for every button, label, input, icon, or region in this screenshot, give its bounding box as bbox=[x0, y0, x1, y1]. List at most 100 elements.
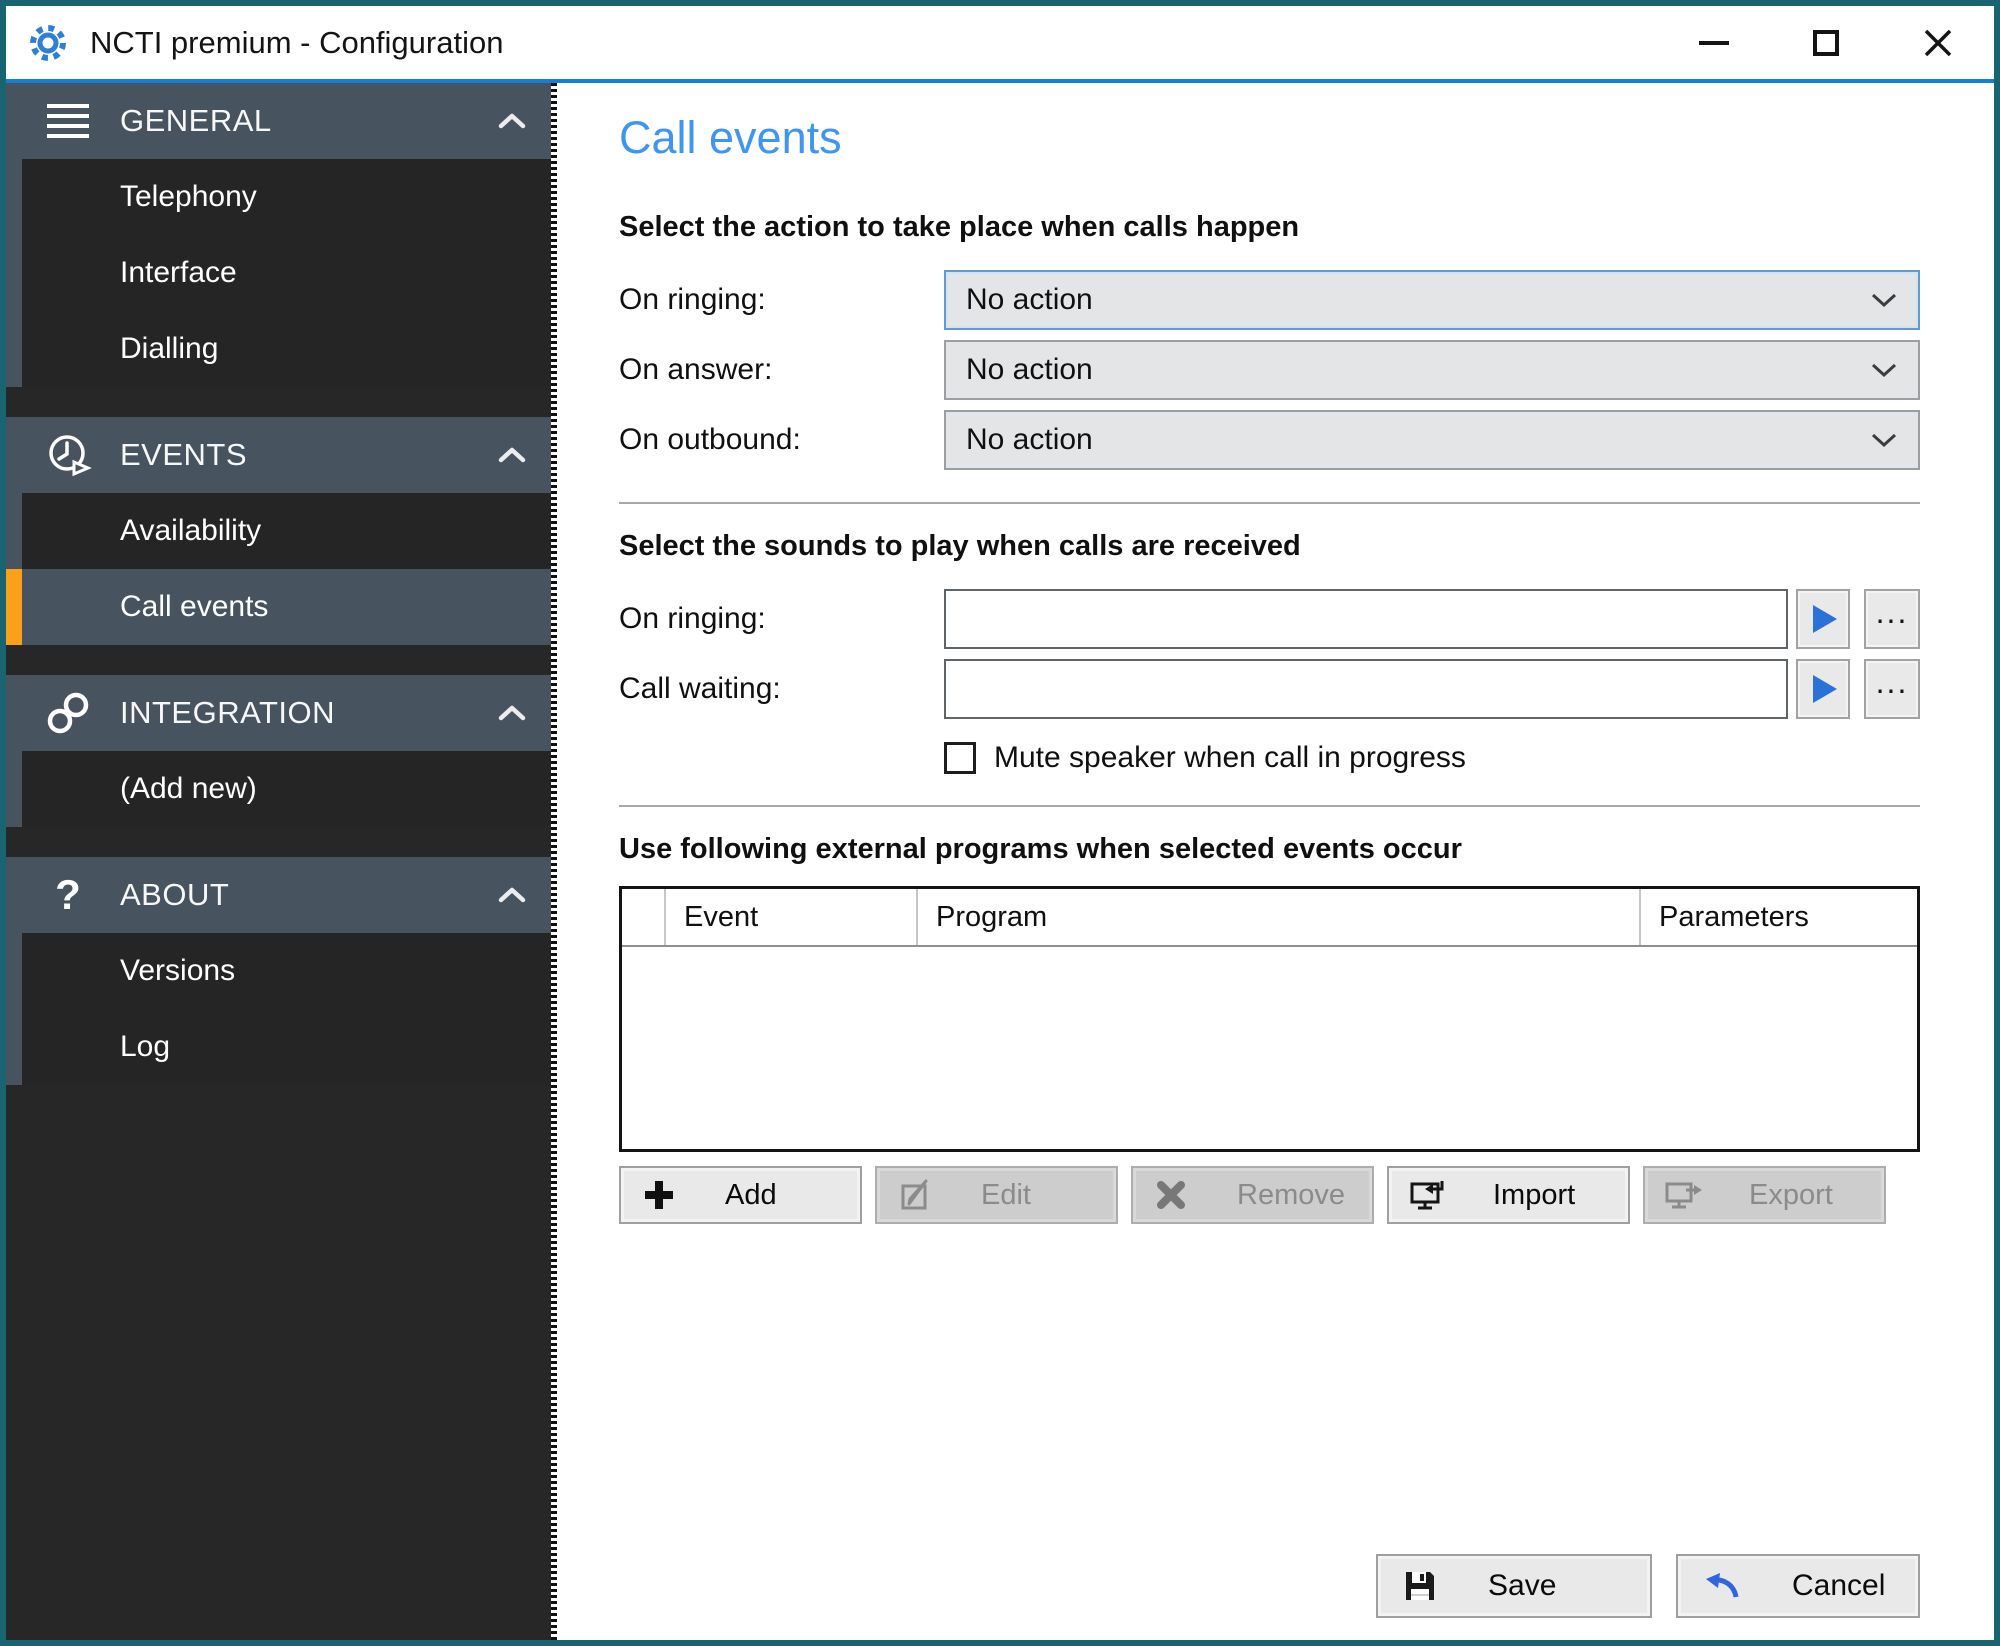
sidebar-section-general[interactable]: GENERAL bbox=[6, 83, 551, 159]
column-header-icon bbox=[622, 889, 666, 945]
app-window: NCTI premium - Configuration GENERAL bbox=[0, 0, 2000, 1646]
sidebar-item-label: Interface bbox=[120, 256, 237, 290]
maximize-icon bbox=[1813, 30, 1839, 56]
on-outbound-label: On outbound: bbox=[619, 423, 944, 457]
dropdown-value: No action bbox=[966, 353, 1093, 387]
programs-section-title: Use following external programs when sel… bbox=[619, 833, 1920, 866]
sidebar-item-interface[interactable]: Interface bbox=[22, 235, 551, 311]
on-ringing-action-dropdown[interactable]: No action bbox=[944, 270, 1920, 330]
footer-buttons: Save Cancel bbox=[1376, 1554, 1920, 1618]
column-header-parameters: Parameters bbox=[1641, 889, 1917, 945]
cancel-button[interactable]: Cancel bbox=[1676, 1554, 1920, 1618]
play-on-ringing-sound-button[interactable] bbox=[1796, 589, 1850, 649]
chevron-down-icon bbox=[1870, 432, 1898, 448]
sidebar-item-label: Call events bbox=[120, 590, 268, 624]
sidebar-section-about[interactable]: ? ABOUT bbox=[6, 857, 551, 933]
save-icon bbox=[1402, 1568, 1438, 1604]
on-outbound-action-dropdown[interactable]: No action bbox=[944, 410, 1920, 470]
save-button[interactable]: Save bbox=[1376, 1554, 1652, 1618]
on-ringing-sound-input[interactable] bbox=[944, 589, 1788, 649]
menu-icon bbox=[42, 104, 94, 138]
section-label: INTEGRATION bbox=[120, 695, 335, 731]
sound-row-on-ringing: On ringing: ... bbox=[619, 589, 1920, 649]
sidebar-item-label: Dialling bbox=[120, 332, 218, 366]
remove-button[interactable]: Remove bbox=[1131, 1166, 1374, 1224]
mute-speaker-checkbox[interactable]: Mute speaker when call in progress bbox=[944, 741, 1920, 775]
section-label: ABOUT bbox=[120, 877, 229, 913]
pencil-icon bbox=[893, 1177, 937, 1213]
column-header-event: Event bbox=[666, 889, 918, 945]
chevron-down-icon bbox=[1870, 362, 1898, 378]
sidebar-item-add-new[interactable]: (Add new) bbox=[22, 751, 551, 827]
minimize-button[interactable] bbox=[1658, 6, 1770, 79]
button-label: Remove bbox=[1237, 1179, 1345, 1212]
action-row-on-answer: On answer: No action bbox=[619, 340, 1920, 400]
column-header-program: Program bbox=[918, 889, 1641, 945]
sidebar-item-dialling[interactable]: Dialling bbox=[22, 311, 551, 387]
undo-arrow-icon bbox=[1702, 1569, 1742, 1603]
sidebar-item-versions[interactable]: Versions bbox=[22, 933, 551, 1009]
section-label: GENERAL bbox=[120, 103, 272, 139]
app-gear-icon bbox=[24, 19, 72, 67]
edit-button[interactable]: Edit bbox=[875, 1166, 1118, 1224]
call-waiting-sound-input[interactable] bbox=[944, 659, 1788, 719]
chevron-down-icon bbox=[1870, 292, 1898, 308]
programs-table-body[interactable] bbox=[622, 947, 1917, 1149]
on-answer-label: On answer: bbox=[619, 353, 944, 387]
play-call-waiting-sound-button[interactable] bbox=[1796, 659, 1850, 719]
chevron-up-icon bbox=[497, 886, 527, 904]
export-button[interactable]: Export bbox=[1643, 1166, 1886, 1224]
chevron-up-icon bbox=[497, 112, 527, 130]
sound-row-call-waiting: Call waiting: ... bbox=[619, 659, 1920, 719]
sidebar-item-call-events[interactable]: Call events bbox=[22, 569, 551, 645]
sidebar-item-label: Availability bbox=[120, 514, 261, 548]
section-divider bbox=[619, 502, 1920, 504]
button-label: Add bbox=[725, 1179, 777, 1212]
button-label: Cancel bbox=[1792, 1569, 1885, 1603]
section-label: EVENTS bbox=[120, 437, 247, 473]
plus-icon bbox=[637, 1178, 681, 1212]
on-answer-action-dropdown[interactable]: No action bbox=[944, 340, 1920, 400]
programs-table-header: Event Program Parameters bbox=[622, 889, 1917, 947]
maximize-button[interactable] bbox=[1770, 6, 1882, 79]
ellipsis-icon: ... bbox=[1876, 607, 1909, 617]
dropdown-value: No action bbox=[966, 283, 1093, 317]
import-icon bbox=[1405, 1177, 1449, 1213]
import-button[interactable]: Import bbox=[1387, 1166, 1630, 1224]
browse-on-ringing-sound-button[interactable]: ... bbox=[1864, 589, 1920, 649]
sidebar-group-about: Versions Log bbox=[6, 933, 551, 1085]
chevron-up-icon bbox=[497, 446, 527, 464]
add-button[interactable]: Add bbox=[619, 1166, 862, 1224]
play-icon bbox=[1813, 605, 1837, 633]
sidebar-group-general: Telephony Interface Dialling bbox=[6, 159, 551, 387]
button-label: Edit bbox=[981, 1179, 1031, 1212]
sidebar-item-telephony[interactable]: Telephony bbox=[22, 159, 551, 235]
section-divider bbox=[619, 805, 1920, 807]
ellipsis-icon: ... bbox=[1876, 677, 1909, 687]
button-label: Import bbox=[1493, 1179, 1575, 1212]
sidebar-section-integration[interactable]: INTEGRATION bbox=[6, 675, 551, 751]
window-controls bbox=[1658, 6, 1994, 79]
call-waiting-label: Call waiting: bbox=[619, 672, 944, 706]
content-panel: Call events Select the action to take pl… bbox=[557, 83, 1994, 1640]
title-bar: NCTI premium - Configuration bbox=[6, 6, 1994, 79]
programs-table: Event Program Parameters bbox=[619, 886, 1920, 1152]
actions-section-title: Select the action to take place when cal… bbox=[619, 211, 1920, 244]
button-label: Export bbox=[1749, 1179, 1833, 1212]
action-row-on-ringing: On ringing: No action bbox=[619, 270, 1920, 330]
dropdown-value: No action bbox=[966, 423, 1093, 457]
link-icon bbox=[42, 688, 94, 738]
events-icon bbox=[42, 430, 94, 480]
close-button[interactable] bbox=[1882, 6, 1994, 79]
play-icon bbox=[1813, 675, 1837, 703]
sidebar-item-label: Log bbox=[120, 1030, 170, 1064]
checkbox-box[interactable] bbox=[944, 742, 976, 774]
sidebar-item-label: Telephony bbox=[120, 180, 257, 214]
checkbox-label: Mute speaker when call in progress bbox=[994, 741, 1466, 775]
sidebar: GENERAL Telephony Interface Dialling bbox=[6, 83, 551, 1640]
sidebar-item-availability[interactable]: Availability bbox=[22, 493, 551, 569]
sidebar-item-log[interactable]: Log bbox=[22, 1009, 551, 1085]
sidebar-section-events[interactable]: EVENTS bbox=[6, 417, 551, 493]
chevron-up-icon bbox=[497, 704, 527, 722]
browse-call-waiting-sound-button[interactable]: ... bbox=[1864, 659, 1920, 719]
